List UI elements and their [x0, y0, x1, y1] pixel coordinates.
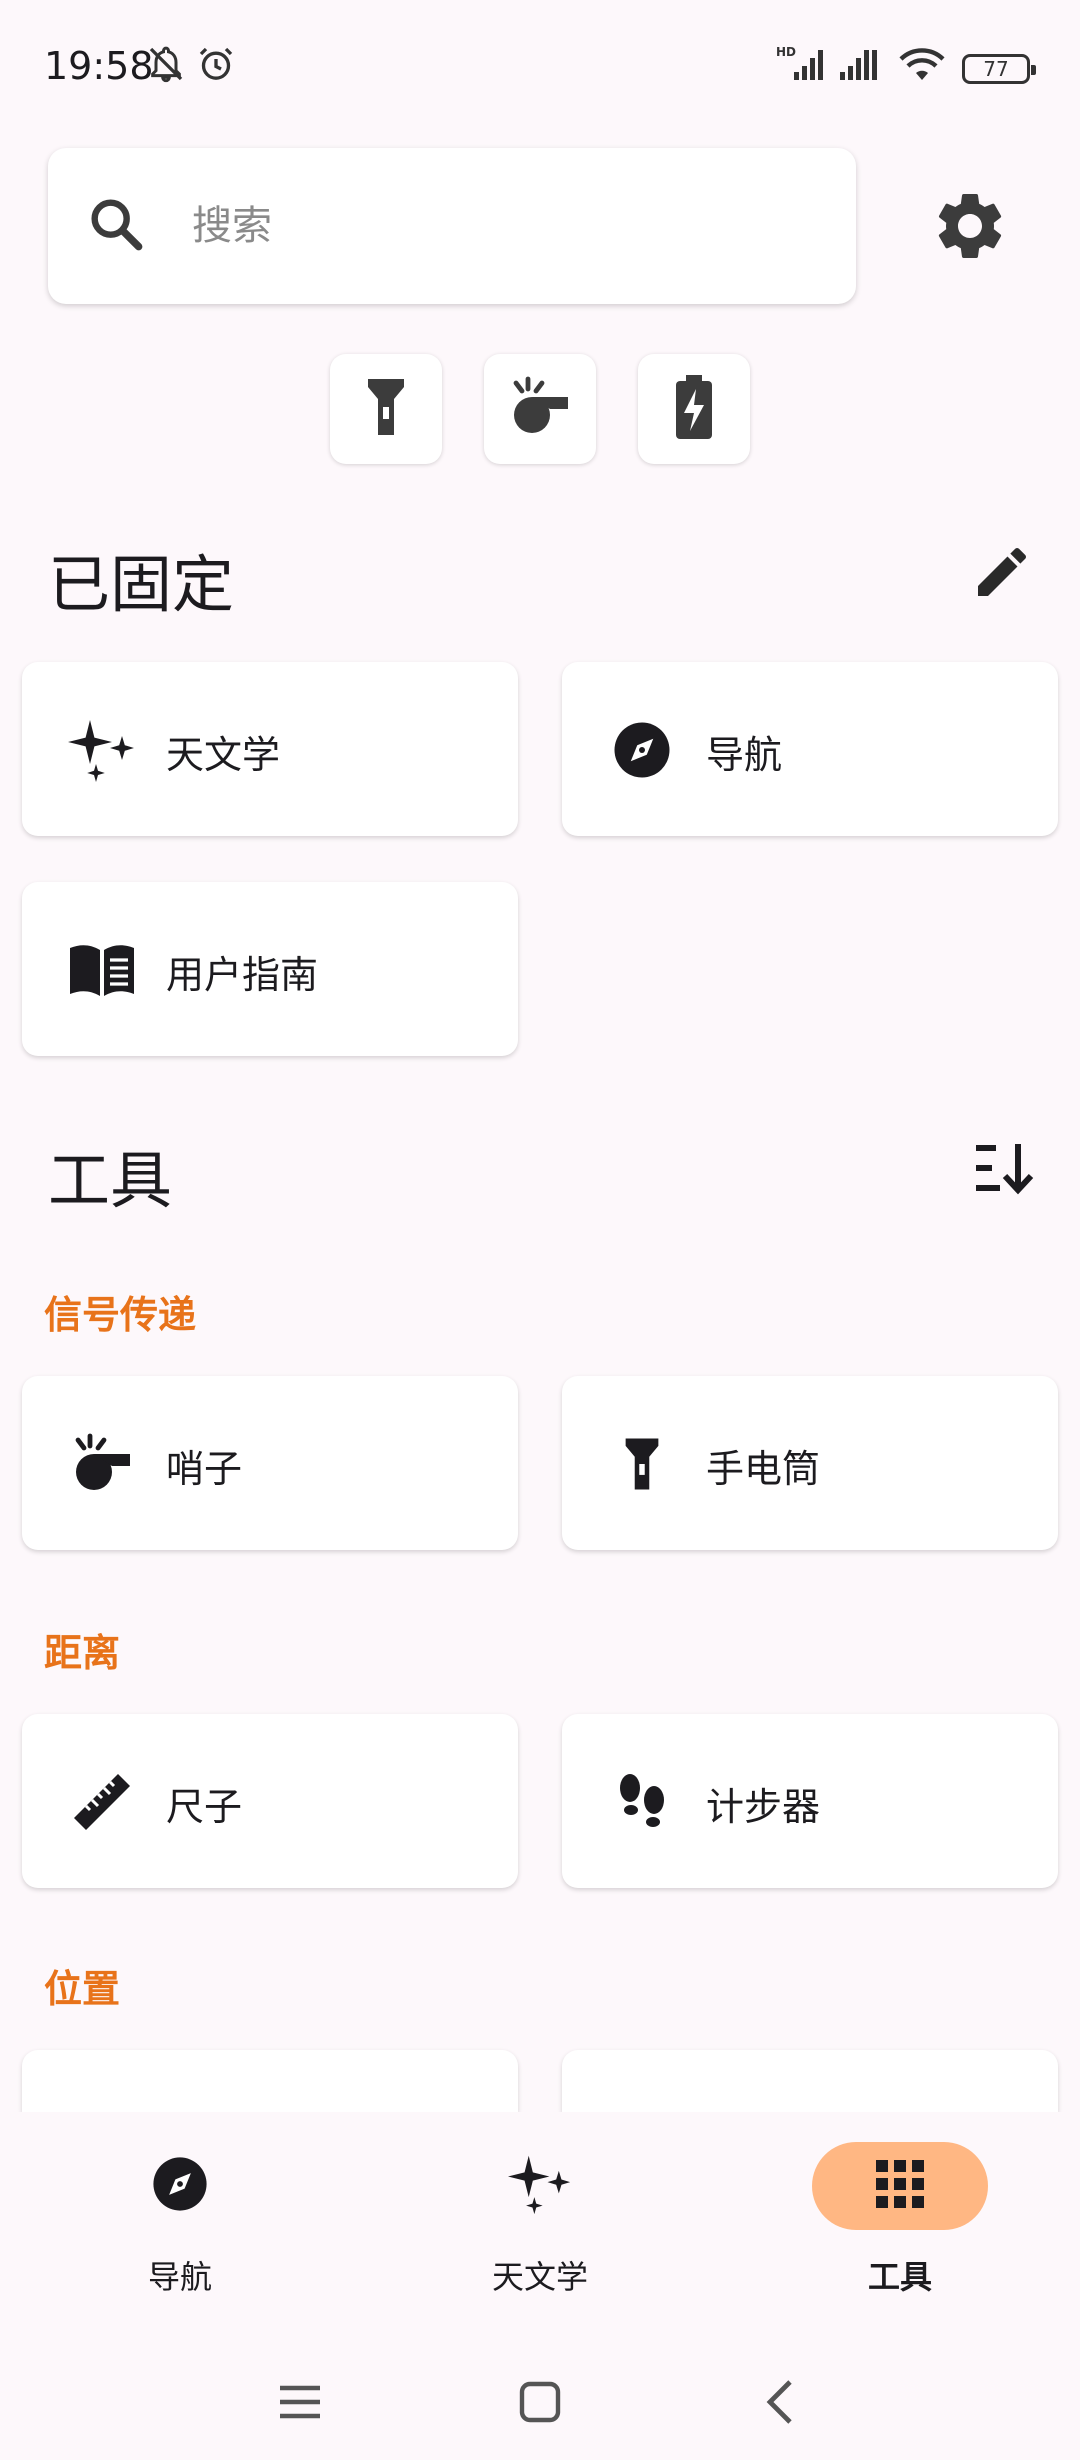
signal-icon [836, 44, 886, 88]
sort-button[interactable] [970, 1136, 1034, 1204]
nav-icon-container [452, 2142, 628, 2230]
bottom-navigation: 导航 天文学 工具 [0, 2112, 1080, 2352]
card-label: 尺子 [166, 1785, 243, 1829]
back-button[interactable] [740, 2374, 820, 2434]
tool-card-partial[interactable] [562, 2050, 1058, 2112]
menu-icon [278, 2382, 322, 2426]
system-navigation-bar [0, 2352, 1080, 2460]
network-hd-label: HD [776, 45, 796, 59]
book-icon [68, 936, 136, 1004]
card-label: 用户指南 [166, 953, 319, 997]
card-label: 手电筒 [706, 1447, 821, 1491]
nav-label: 工具 [867, 2258, 932, 2296]
nav-label: 导航 [147, 2258, 212, 2296]
settings-button[interactable] [930, 186, 1010, 266]
gear-icon [930, 193, 1010, 270]
tools-section-title: 工具 [48, 1144, 173, 1217]
nav-label: 天文学 [491, 2258, 588, 2296]
sparkle-icon [68, 716, 136, 784]
card-label: 导航 [706, 733, 783, 777]
ruler-icon [68, 1768, 136, 1836]
card-label: 哨子 [166, 1447, 243, 1491]
compass-icon [608, 716, 676, 784]
bell-off-icon [146, 44, 186, 88]
tool-card-pedometer[interactable]: 计步器 [562, 1714, 1058, 1888]
nav-item-astronomy[interactable]: 天文学 [360, 2112, 720, 2352]
pinned-card-astronomy[interactable]: 天文学 [22, 662, 518, 836]
tool-card-flashlight[interactable]: 手电筒 [562, 1376, 1058, 1550]
category-distance: 距离 [44, 1631, 121, 1675]
search-input[interactable] [192, 184, 792, 268]
nav-icon-container [812, 2142, 988, 2230]
nav-icon-container [92, 2142, 268, 2230]
footsteps-icon [608, 1768, 676, 1836]
edit-pinned-button[interactable] [970, 540, 1034, 608]
status-bar: 19:58 HD 77 [0, 0, 1080, 140]
flashlight-icon [608, 1430, 676, 1498]
grid-icon [874, 2158, 926, 2214]
home-square-icon [518, 2380, 562, 2428]
compass-icon [151, 2155, 209, 2217]
pinned-card-user-guide[interactable]: 用户指南 [22, 882, 518, 1056]
flashlight-icon [364, 375, 408, 443]
category-location: 位置 [44, 1967, 121, 2011]
signal-hd-icon: HD [776, 44, 828, 88]
quick-flashlight-button[interactable] [330, 354, 442, 464]
quick-whistle-button[interactable] [484, 354, 596, 464]
card-label: 计步器 [706, 1785, 821, 1829]
whistle-icon [68, 1430, 136, 1498]
back-chevron-icon [762, 2378, 798, 2430]
nav-item-tools[interactable]: 工具 [720, 2112, 1080, 2352]
nav-item-navigation[interactable]: 导航 [0, 2112, 360, 2352]
search-icon [84, 192, 148, 260]
recents-button[interactable] [260, 2374, 340, 2434]
sort-icon [970, 1144, 1034, 1204]
alarm-icon [196, 44, 236, 88]
wifi-icon [896, 44, 948, 88]
search-bar[interactable] [48, 148, 856, 304]
category-signaling: 信号传递 [44, 1293, 197, 1337]
pinned-card-navigation[interactable]: 导航 [562, 662, 1058, 836]
pinned-section-title: 已固定 [48, 548, 235, 621]
pencil-icon [970, 547, 1034, 608]
tool-card-whistle[interactable]: 哨子 [22, 1376, 518, 1550]
tool-card-ruler[interactable]: 尺子 [22, 1714, 518, 1888]
status-time: 19:58 [44, 44, 154, 88]
whistle-icon [508, 375, 572, 443]
sparkle-icon [508, 2152, 572, 2220]
battery-indicator: 77 [962, 54, 1036, 84]
battery-bolt-icon [674, 375, 714, 443]
card-label: 天文学 [166, 733, 281, 777]
tool-card-partial[interactable] [22, 2050, 518, 2112]
quick-battery-button[interactable] [638, 354, 750, 464]
home-button[interactable] [500, 2374, 580, 2434]
